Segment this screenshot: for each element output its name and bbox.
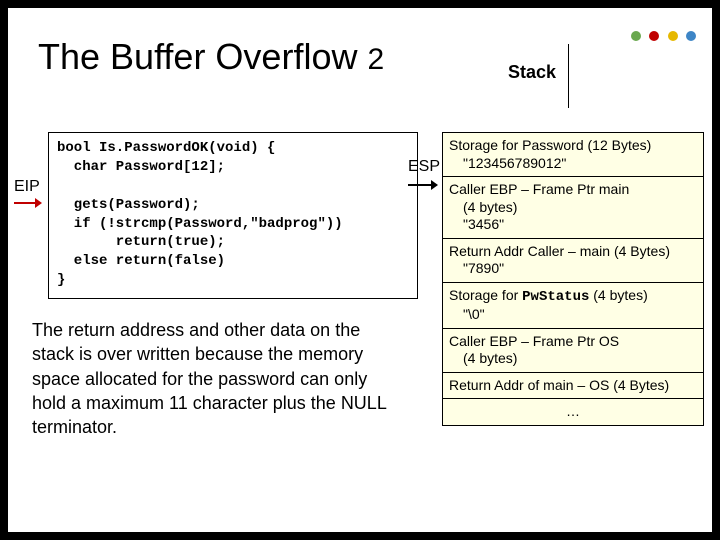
stack-cell: Caller EBP – Frame Ptr main bbox=[449, 181, 629, 197]
stack-header-line bbox=[568, 44, 569, 108]
dot bbox=[686, 31, 696, 41]
stack-row: … bbox=[443, 399, 703, 426]
stack-cell: (4 bytes) bbox=[589, 287, 647, 303]
esp-label: ESP bbox=[408, 158, 440, 176]
stack-cell: Return Addr of main – OS (4 Bytes) bbox=[449, 377, 669, 393]
code-line: if (!strcmp(Password,"badprog")) bbox=[57, 216, 343, 232]
dot bbox=[631, 31, 641, 41]
stack-cell: Caller EBP – Frame Ptr OS bbox=[449, 333, 619, 349]
explanation-paragraph: The return address and other data on the… bbox=[32, 318, 402, 439]
slide: The Buffer Overflow 2 Stack EIP bool Is.… bbox=[8, 8, 712, 532]
decoration-dots bbox=[627, 28, 696, 46]
stack-cell: "\0" bbox=[449, 306, 697, 324]
stack-cell: "7890" bbox=[449, 260, 697, 278]
stack-row: Caller EBP – Frame Ptr main (4 bytes) "3… bbox=[443, 177, 703, 239]
title-number: 2 bbox=[367, 43, 384, 76]
eip-label: EIP bbox=[14, 178, 40, 196]
code-line: return(true); bbox=[57, 234, 225, 250]
code-snippet: bool Is.PasswordOK(void) { char Password… bbox=[48, 132, 418, 299]
esp-arrow-icon bbox=[408, 180, 438, 190]
slide-title: The Buffer Overflow 2 bbox=[38, 36, 384, 78]
stack-cell: … bbox=[566, 403, 580, 419]
stack-cell: Storage for Password (12 Bytes) bbox=[449, 137, 651, 153]
stack-row: Return Addr Caller – main (4 Bytes) "789… bbox=[443, 239, 703, 283]
code-line: gets(Password); bbox=[57, 197, 200, 213]
title-text: The Buffer Overflow bbox=[38, 36, 357, 77]
stack-header: Stack bbox=[508, 62, 556, 83]
dot bbox=[649, 31, 659, 41]
code-line: bool Is.PasswordOK(void) { bbox=[57, 140, 275, 156]
stack-row: Storage for PwStatus (4 bytes) "\0" bbox=[443, 283, 703, 329]
code-line: } bbox=[57, 272, 65, 288]
stack-cell: "3456" bbox=[449, 216, 697, 234]
stack-cell: Return Addr Caller – main (4 Bytes) bbox=[449, 243, 670, 259]
stack-cell: "123456789012" bbox=[449, 155, 697, 173]
stack-row: Return Addr of main – OS (4 Bytes) bbox=[443, 373, 703, 400]
eip-arrow-icon bbox=[14, 198, 42, 208]
stack-row: Storage for Password (12 Bytes) "1234567… bbox=[443, 133, 703, 177]
stack-row: Caller EBP – Frame Ptr OS (4 bytes) bbox=[443, 329, 703, 373]
stack-cell-mono: PwStatus bbox=[522, 289, 589, 305]
stack-cell: (4 bytes) bbox=[449, 350, 697, 368]
stack-cell: Storage for bbox=[449, 287, 522, 303]
dot bbox=[668, 31, 678, 41]
code-line: char Password[12]; bbox=[57, 159, 225, 175]
stack-cell: (4 bytes) bbox=[449, 199, 697, 217]
code-line: else return(false) bbox=[57, 253, 225, 269]
stack-table: Storage for Password (12 Bytes) "1234567… bbox=[442, 132, 704, 426]
